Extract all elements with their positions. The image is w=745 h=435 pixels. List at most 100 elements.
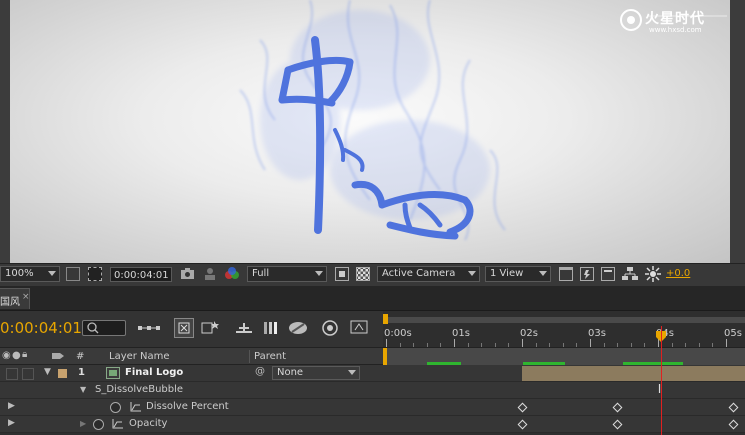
text-cursor-icon: I (657, 382, 662, 396)
parent-pickwhip-icon[interactable]: @ (255, 366, 265, 377)
motion-blur-icon[interactable] (262, 320, 280, 336)
audio-switch-header-icon[interactable]: ● (12, 350, 21, 361)
property-keyframes-row (383, 399, 745, 416)
expand-layer-chevron-icon[interactable]: ▼ (44, 367, 51, 377)
keyframe[interactable] (728, 419, 739, 430)
work-area-bar[interactable] (383, 317, 745, 323)
watermark-logo: 火星时代 www.hxsd.com (617, 6, 737, 38)
precomp-icon (106, 367, 120, 379)
camera-view-value: Active Camera (382, 268, 456, 279)
toggle-pixel-aspect-icon[interactable] (559, 267, 573, 281)
ruler-tick-label: 02s (520, 328, 538, 339)
current-time-display[interactable]: 0:00:04:01 (0, 319, 82, 337)
tab-close-icon[interactable]: × (22, 292, 30, 302)
stopwatch-icon[interactable] (93, 419, 104, 430)
timeline-panel-icon[interactable] (601, 267, 615, 281)
search-icon (87, 322, 99, 334)
ruler-tick (522, 339, 523, 347)
live-update-icon[interactable] (350, 320, 372, 336)
tab-composition[interactable]: 国风 × (0, 288, 30, 309)
keyframe[interactable] (517, 419, 528, 430)
zoom-value: 100% (5, 268, 34, 279)
lock-toggle[interactable] (22, 368, 34, 380)
expand-property-chevron-icon[interactable]: ▶ (80, 419, 86, 428)
graph-toggle-icon[interactable] (112, 419, 123, 429)
property-keyframes-row (383, 416, 745, 433)
graph-toggle-icon[interactable] (130, 402, 141, 412)
ruler-tick (454, 339, 455, 347)
show-snapshot-icon[interactable] (204, 267, 216, 280)
layer-column-headers: ◉ ● 🔒︎ # Layer Name Parent (0, 347, 383, 365)
ruler-tick (726, 339, 727, 347)
view-layout-dropdown[interactable]: 1 View (485, 266, 551, 282)
column-divider (249, 350, 250, 363)
fast-preview-render-icon[interactable] (580, 267, 594, 281)
parent-value: None (277, 367, 304, 378)
layer-search-input[interactable] (82, 320, 126, 336)
tab-composition-label: 国风 (0, 297, 20, 308)
keyframe-nav-arrow-icon[interactable]: ▶ (8, 401, 15, 411)
keyframe[interactable] (612, 402, 623, 413)
property-row[interactable]: ▶ ▶ Opacity (0, 416, 383, 433)
video-switch-header-icon[interactable]: ◉ (2, 350, 11, 361)
fast-previews-icon[interactable] (335, 267, 349, 281)
stopwatch-icon[interactable] (110, 402, 121, 413)
layer-name[interactable]: Final Logo (125, 367, 183, 378)
timeline-controls: 0:00:04:01 (0, 311, 383, 347)
layer-duration-bar[interactable] (522, 366, 745, 381)
region-of-interest-icon[interactable] (66, 267, 80, 281)
video-toggle[interactable] (6, 368, 18, 380)
resolution-dropdown[interactable]: Full (247, 266, 327, 282)
parent-dropdown[interactable]: None (272, 366, 360, 380)
ruler-tick-label: 0:00s (384, 328, 412, 339)
color-channels-icon[interactable] (224, 266, 240, 281)
time-ruler[interactable]: 0:00s 01s 02s 03s 04s 05s (383, 311, 745, 347)
ruler-tick (386, 339, 387, 347)
property-name: Opacity (129, 418, 168, 429)
graph-editor-icon[interactable] (320, 320, 342, 336)
effect-row-graph (383, 382, 745, 399)
expand-effect-chevron-icon[interactable]: ▼ (80, 385, 86, 394)
transparency-grid-toggle-icon[interactable] (88, 267, 102, 281)
property-name: Dissolve Percent (146, 401, 229, 412)
label-tag-icon[interactable] (52, 351, 64, 361)
mini-flowchart-icon[interactable] (138, 321, 160, 335)
camera-view-dropdown[interactable]: Active Camera (377, 266, 480, 282)
frame-blending-icon[interactable] (234, 320, 254, 336)
brainstorm-icon[interactable] (288, 320, 308, 336)
exposure-value[interactable]: +0.0 (666, 268, 690, 279)
layer-index: 1 (78, 367, 85, 378)
timeline-tab-bar: 国风 × (0, 286, 745, 311)
keyframe[interactable] (612, 419, 623, 430)
work-area-start-handle[interactable] (383, 314, 388, 324)
effect-row[interactable]: ▼ S_DissolveBubble (0, 382, 383, 399)
column-header-number: # (76, 351, 85, 362)
ruler-ticks: 0:00s 01s 02s 03s 04s 05s (383, 327, 745, 347)
layer-row[interactable]: ▼ 1 Final Logo @ None (0, 365, 383, 382)
flowchart-icon[interactable] (622, 267, 638, 281)
keyframe-nav-arrow-icon[interactable]: ▶ (8, 418, 15, 428)
label-color-swatch[interactable] (58, 369, 67, 378)
layer-row-graph (383, 365, 745, 382)
draft-3d-icon[interactable] (174, 318, 194, 338)
hide-shy-layers-icon[interactable] (200, 319, 220, 337)
composition-canvas[interactable] (10, 0, 730, 263)
viewer-toolbar: 100% 0:00:04:01 Full Active Camera 1 Vie… (0, 263, 745, 287)
watermark-brand: 火星时代 (645, 11, 705, 27)
lock-header-icon[interactable]: 🔒︎ (22, 349, 27, 360)
effect-name[interactable]: S_DissolveBubble (95, 384, 183, 395)
property-row[interactable]: ▶ Dissolve Percent (0, 399, 383, 416)
playhead-line[interactable] (660, 326, 662, 435)
work-area-indicator (383, 348, 387, 365)
checkerboard-transparency-icon[interactable] (356, 267, 370, 281)
column-header-parent: Parent (254, 351, 287, 362)
column-header-layer-name[interactable]: Layer Name (109, 351, 170, 362)
exposure-reset-icon[interactable] (645, 266, 661, 282)
viewer-timecode[interactable]: 0:00:04:01 (110, 267, 172, 282)
keyframe[interactable] (517, 402, 528, 413)
ink-calligraphy-artwork (239, 0, 506, 241)
ruler-tick-label: 01s (452, 328, 470, 339)
keyframe[interactable] (728, 402, 739, 413)
zoom-dropdown[interactable]: 100% (0, 266, 60, 282)
camera-snapshot-icon[interactable] (180, 267, 195, 280)
